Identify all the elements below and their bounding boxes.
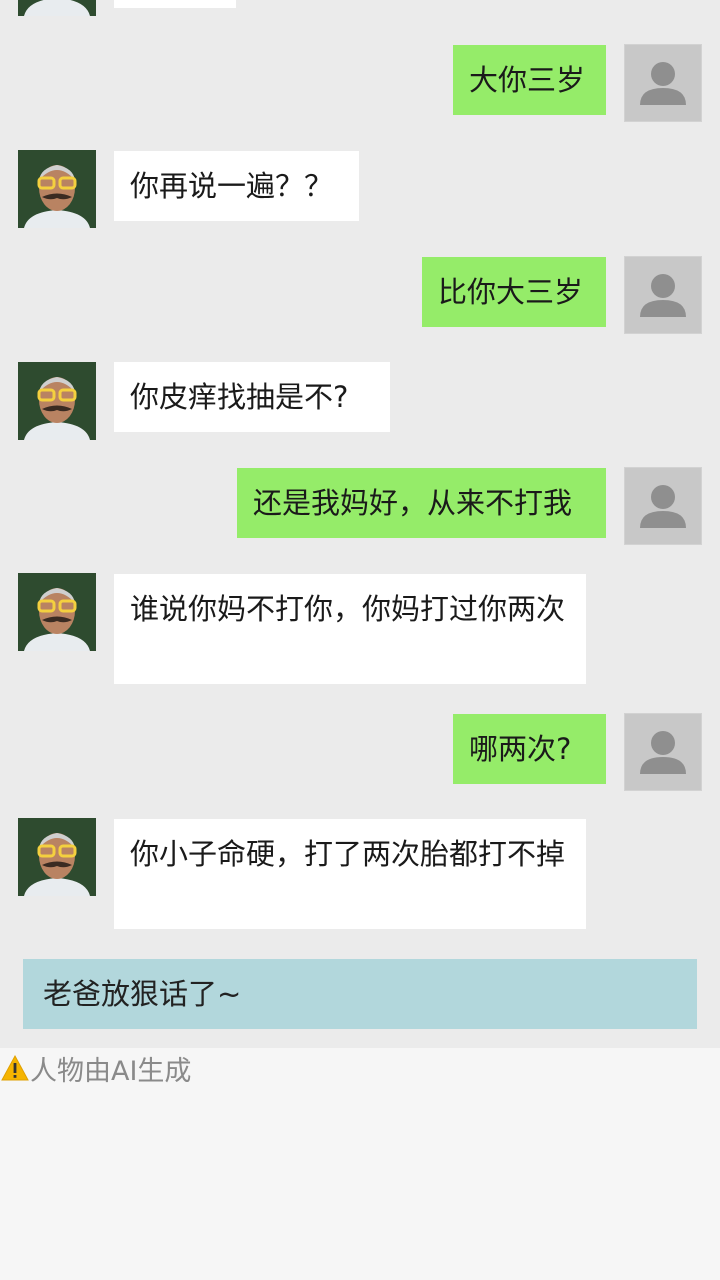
my-avatar[interactable] — [624, 256, 702, 334]
warning-icon — [1, 1054, 29, 1081]
default-user-avatar-icon — [640, 731, 686, 774]
message-bubble-dad-2[interactable]: 你再说一遍？？ — [114, 151, 359, 221]
dad-avatar-icon — [18, 362, 96, 440]
default-user-avatar-icon — [640, 62, 686, 105]
my-avatar[interactable] — [624, 713, 702, 791]
message-bubble-dad-8[interactable]: 你小子命硬，打了两次胎都打不掉 — [114, 819, 586, 929]
message-bubble-me-5[interactable]: 还是我妈好，从来不打我 — [237, 468, 606, 538]
message-bubble-dad-4[interactable]: 你皮痒找抽是不? — [114, 362, 390, 432]
dad-avatar-icon — [18, 0, 96, 16]
ai-note-text: 人物由AI生成 — [30, 1055, 192, 1087]
dad-avatar[interactable] — [18, 362, 96, 440]
dad-avatar[interactable] — [18, 573, 96, 651]
dad-avatar[interactable] — [18, 0, 96, 16]
caption-bar: 老爸放狠话了~ — [23, 959, 697, 1029]
my-avatar[interactable] — [624, 467, 702, 545]
my-avatar[interactable] — [624, 44, 702, 122]
default-user-avatar-icon — [640, 485, 686, 528]
ai-generated-note: 人物由AI生成 — [0, 1048, 191, 1088]
message-bubble-dad-0[interactable] — [114, 0, 236, 8]
dad-avatar-icon — [18, 573, 96, 651]
message-bubble-me-1[interactable]: 大你三岁 — [453, 45, 606, 115]
chat-area: 大你三岁 你再说一遍？？ 比你大三岁 你皮痒找抽是不? 还是我妈好，从来不打我 … — [0, 0, 720, 1048]
dad-avatar-icon — [18, 150, 96, 228]
message-bubble-dad-6[interactable]: 谁说你妈不打你，你妈打过你两次 — [114, 574, 586, 684]
message-bubble-me-3[interactable]: 比你大三岁 — [422, 257, 606, 327]
dad-avatar[interactable] — [18, 818, 96, 896]
dad-avatar-icon — [18, 818, 96, 896]
default-user-avatar-icon — [640, 274, 686, 317]
dad-avatar[interactable] — [18, 150, 96, 228]
message-bubble-me-7[interactable]: 哪两次? — [453, 714, 606, 784]
